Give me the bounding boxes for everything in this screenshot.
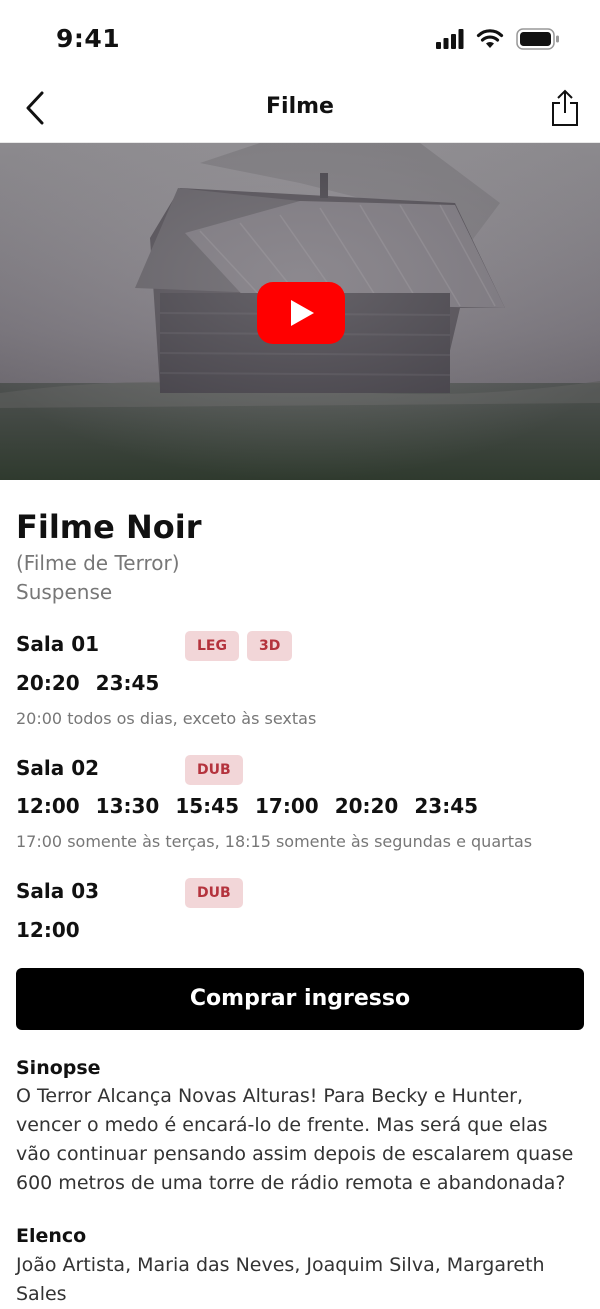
synopsis-text: O Terror Alcança Novas Alturas! Para Bec… (16, 1085, 574, 1194)
status-time: 9:41 (56, 24, 121, 53)
signal-icon (436, 29, 464, 49)
page-title: Filme (266, 94, 334, 119)
movie-genre: Suspense (16, 580, 113, 604)
synopsis-title: Sinopse (16, 1057, 101, 1079)
status-icons (436, 28, 560, 50)
showtime[interactable]: 12:00 (16, 918, 80, 942)
showtime[interactable]: 23:45 (414, 794, 478, 818)
room-badges: DUB (185, 878, 243, 908)
share-icon (552, 89, 578, 126)
showtime[interactable]: 20:20 (335, 794, 399, 818)
room-name: Sala 02 (16, 756, 100, 780)
status-bar: 9:41 (0, 0, 600, 80)
buy-ticket-button[interactable]: Comprar ingresso (16, 968, 584, 1030)
youtube-play-icon[interactable] (257, 282, 345, 344)
nav-bar: Filme (0, 80, 600, 143)
cast-title: Elenco (16, 1225, 87, 1247)
room-badges: LEG 3D (185, 631, 293, 661)
room-note: 20:00 todos os dias, exceto às sextas (16, 709, 317, 728)
showtime[interactable]: 15:45 (175, 794, 239, 818)
showtime[interactable]: 23:45 (96, 671, 160, 695)
showtime[interactable]: 13:30 (96, 794, 160, 818)
battery-icon (516, 28, 559, 50)
cast-text: João Artista, Maria das Neves, Joaquim S… (16, 1254, 545, 1305)
language-badge: LEG (185, 631, 239, 661)
room-badges: DUB (185, 755, 243, 785)
room-name: Sala 01 (16, 632, 100, 656)
showtimes: 12:00 13:30 15:45 17:00 20:20 23:45 (16, 794, 478, 818)
showtime[interactable]: 20:20 (16, 671, 80, 695)
showtimes: 12:00 (16, 918, 80, 942)
room-name: Sala 03 (16, 879, 100, 903)
movie-title: Filme Noir (16, 508, 202, 546)
language-badge: DUB (185, 755, 243, 785)
showtime[interactable]: 17:00 (255, 794, 319, 818)
showtime[interactable]: 12:00 (16, 794, 80, 818)
trailer-video[interactable] (0, 143, 600, 480)
language-badge: DUB (185, 878, 243, 908)
share-button[interactable] (548, 86, 582, 130)
format-badge: 3D (246, 631, 293, 661)
wifi-icon (476, 29, 504, 48)
movie-original-title: (Filme de Terror) (16, 551, 180, 575)
room-note: 17:00 somente às terças, 18:15 somente à… (16, 832, 533, 851)
showtimes: 20:20 23:45 (16, 671, 159, 695)
